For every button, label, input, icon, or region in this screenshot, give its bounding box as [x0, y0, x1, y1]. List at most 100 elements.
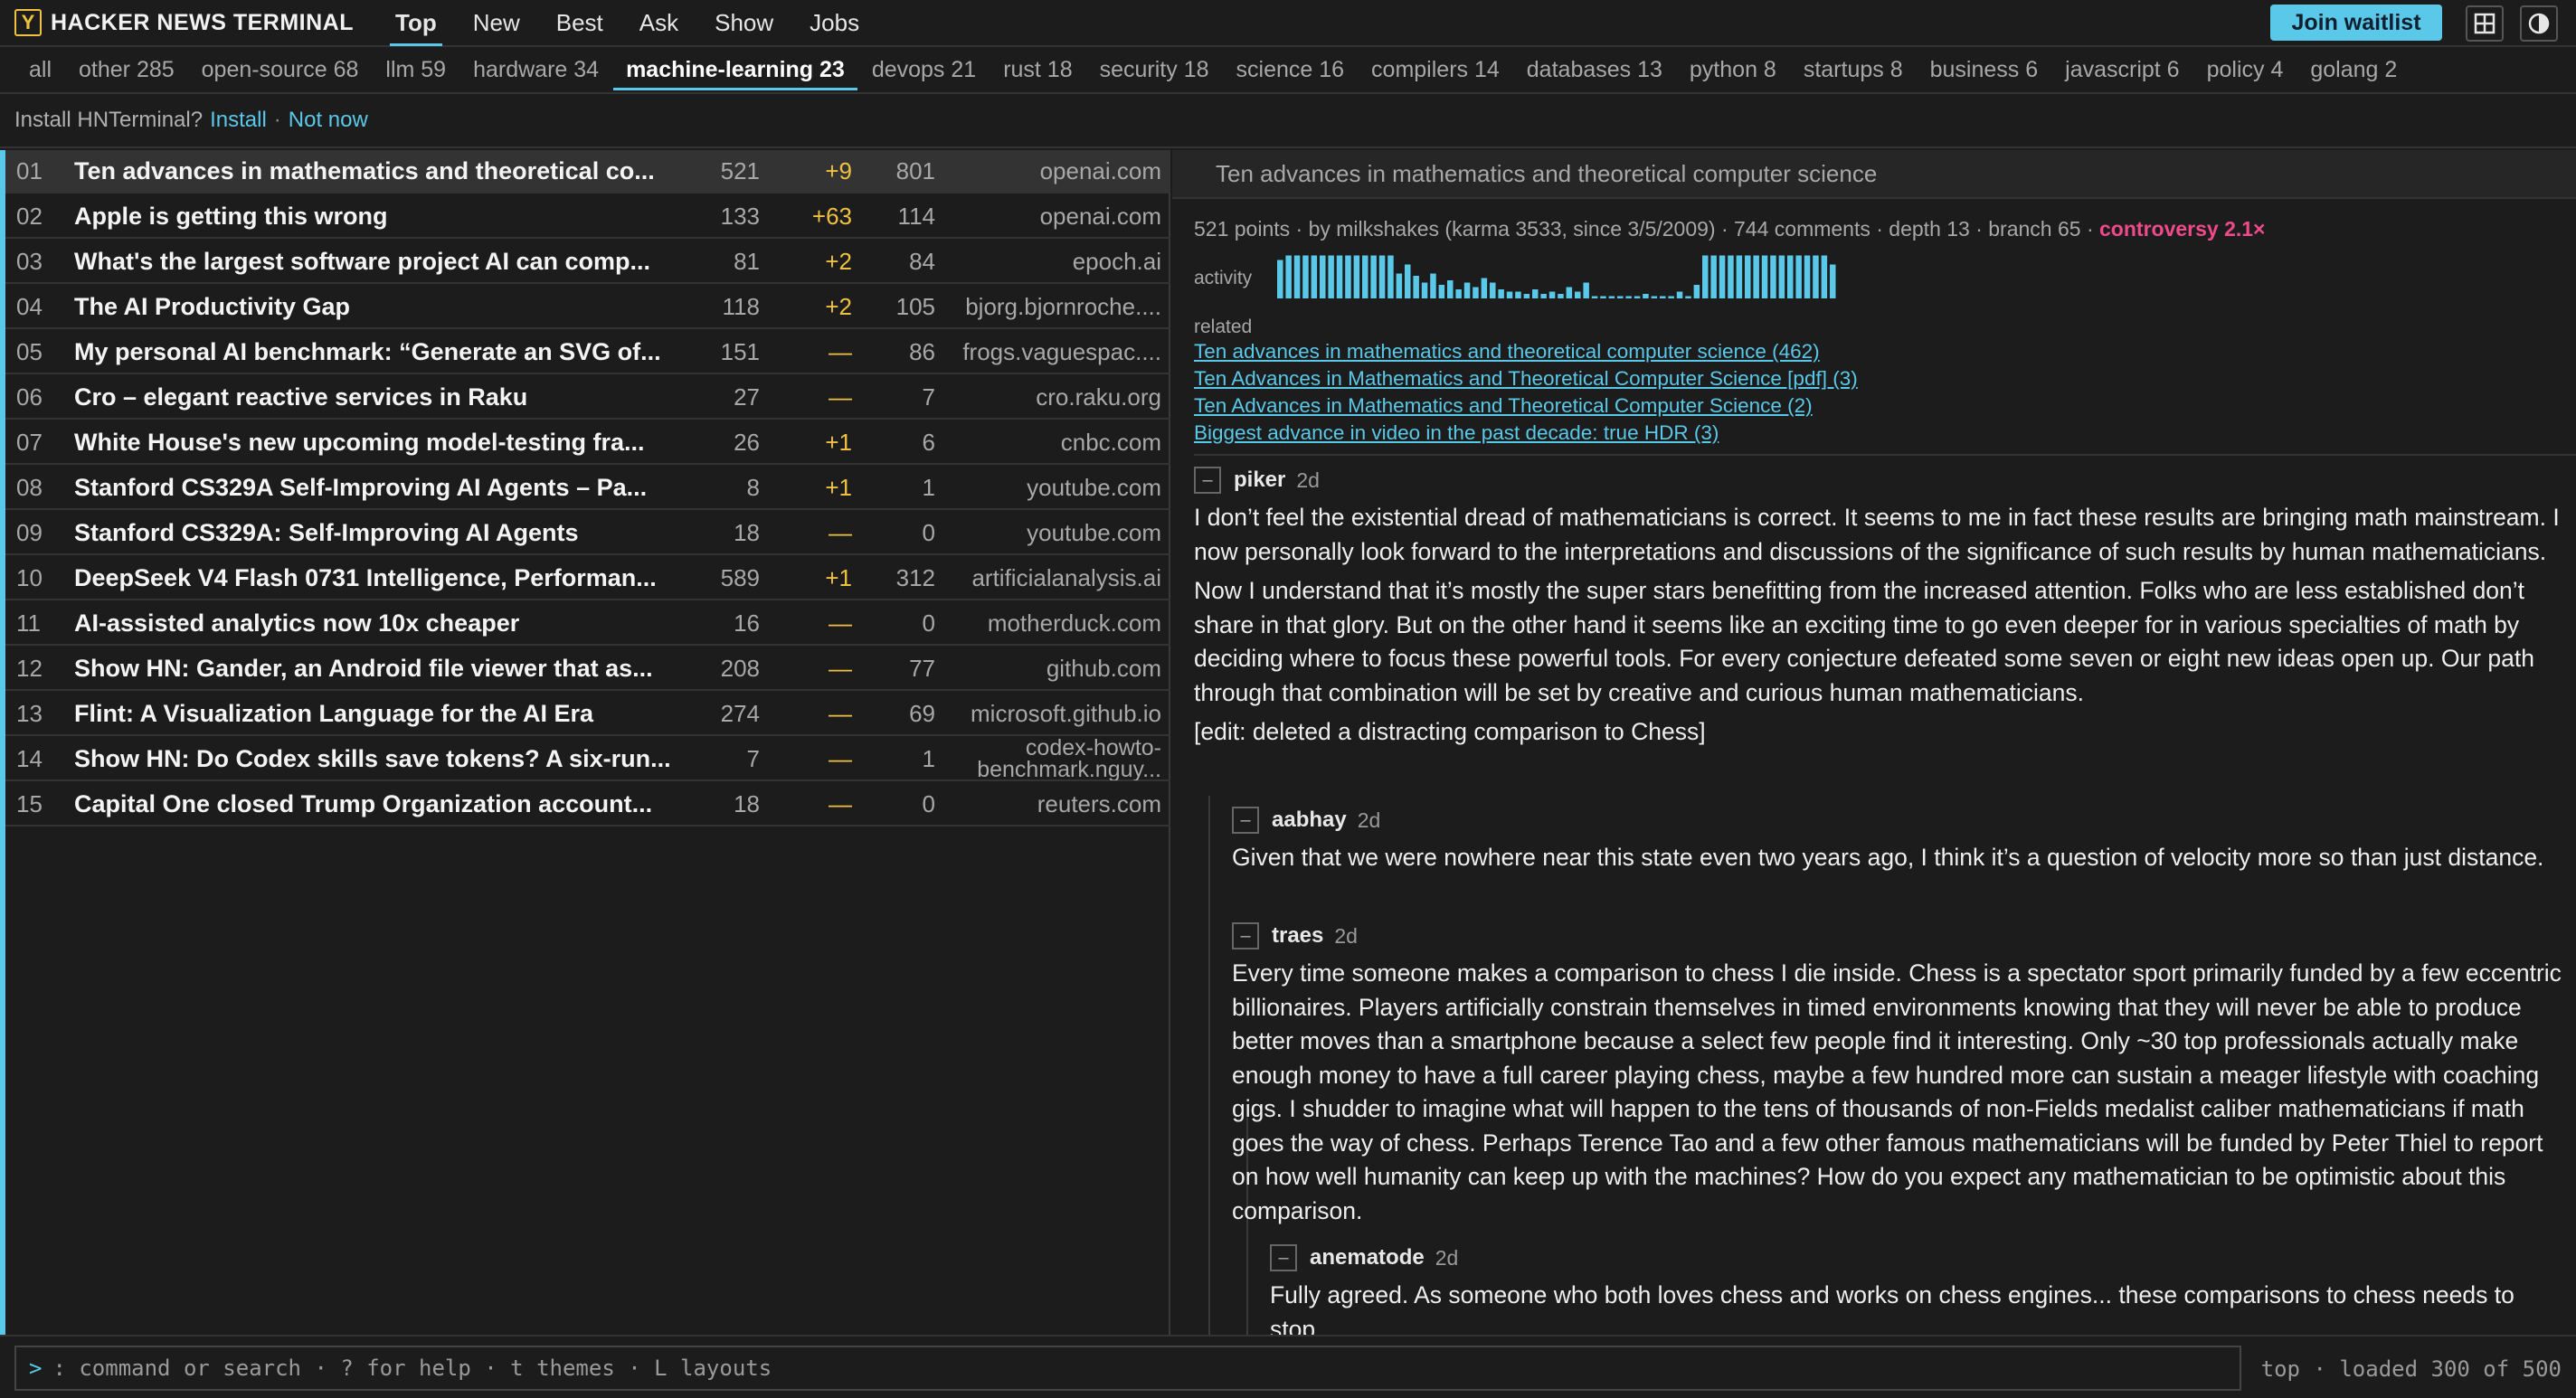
tab-jobs[interactable]: Jobs — [804, 5, 865, 41]
comment-paragraph: Fully agreed. As someone who both loves … — [1270, 1281, 2514, 1335]
story-points: 27 — [734, 383, 760, 411]
story-row[interactable]: 10 DeepSeek V4 Flash 0731 Intelligence, P… — [5, 557, 1170, 600]
story-domain: bjorg.bjornroche.... — [965, 292, 1161, 320]
story-rank: 10 — [16, 563, 43, 591]
category-tab[interactable]: other 285 — [79, 55, 175, 85]
story-row[interactable]: 15 Capital One closed Trump Organization … — [5, 783, 1170, 827]
activity-bar — [1693, 285, 1700, 298]
brand-title: HACKER NEWS TERMINAL — [51, 9, 354, 35]
activity-bar — [1719, 255, 1726, 298]
category-tab[interactable]: policy 4 — [2207, 55, 2284, 85]
category-tab[interactable]: all — [29, 55, 52, 85]
activity-bar — [1710, 255, 1717, 298]
contrast-icon — [2528, 13, 2550, 34]
related-link[interactable]: Ten Advances in Mathematics and Theoreti… — [1194, 365, 1858, 392]
story-row[interactable]: 12 Show HN: Gander, an Android file viewe… — [5, 647, 1170, 691]
story-row[interactable]: 02 Apple is getting this wrong 133 +63 114 op… — [5, 195, 1170, 239]
activity-bar — [1421, 282, 1428, 298]
story-row[interactable]: 11 AI-assisted analytics now 10x cheaper 1… — [5, 602, 1170, 646]
category-tab[interactable]: databases 13 — [1527, 55, 1662, 85]
collapse-button[interactable]: – — [1232, 807, 1259, 834]
activity-bar — [1413, 276, 1419, 298]
story-comment-count: 801 — [895, 156, 935, 184]
activity-bar — [1302, 255, 1309, 298]
comment-author[interactable]: aabhay — [1272, 808, 1347, 833]
activity-bar — [1506, 291, 1513, 298]
story-row[interactable]: 03 What's the largest software project AI… — [5, 241, 1170, 284]
tab-top[interactable]: Top — [390, 5, 442, 46]
activity-bar — [1481, 278, 1488, 298]
activity-bar — [1336, 255, 1343, 298]
category-tab[interactable]: devops 21 — [872, 55, 976, 85]
theme-toggle-button[interactable] — [2520, 5, 2558, 42]
story-points-delta: — — [829, 609, 852, 637]
category-tab[interactable]: llm 59 — [385, 55, 446, 85]
tab-show[interactable]: Show — [709, 5, 779, 41]
collapse-button[interactable]: – — [1270, 1244, 1297, 1271]
story-row[interactable]: 08 Stanford CS329A Self-Improving AI Agen… — [5, 467, 1170, 510]
activity-bar — [1515, 291, 1521, 298]
tab-new[interactable]: New — [468, 5, 526, 41]
activity-bar — [1532, 289, 1539, 298]
story-points: 208 — [720, 654, 760, 682]
comment-author[interactable]: traes — [1272, 923, 1323, 949]
story-points: 589 — [720, 563, 760, 591]
comment-paragraph: I don’t feel the existential dread of ma… — [1194, 504, 2560, 565]
category-tab[interactable]: machine-learning 23 — [613, 55, 857, 90]
comment-author[interactable]: piker — [1234, 468, 1285, 493]
activity-bar — [1676, 291, 1683, 298]
collapse-button[interactable]: – — [1194, 467, 1221, 494]
story-row[interactable]: 07 White House's new upcoming model-testi… — [5, 421, 1170, 465]
story-row[interactable]: 04 The AI Productivity Gap 118 +2 105 bjorg.b… — [5, 286, 1170, 329]
category-tab[interactable]: open-source 68 — [202, 55, 359, 85]
layout-grid-button[interactable] — [2466, 5, 2504, 42]
story-row[interactable]: 01 Ten advances in mathematics and theore… — [5, 150, 1170, 194]
tab-best[interactable]: Best — [551, 5, 609, 41]
category-tab[interactable]: business 6 — [1930, 55, 2039, 85]
command-input[interactable]: > : command or search · ? for help · t t… — [14, 1346, 2241, 1391]
story-rank: 02 — [16, 202, 43, 230]
story-comment-count: 86 — [909, 337, 935, 365]
command-placeholder: : command or search · ? for help · t the… — [52, 1355, 772, 1381]
activity-bar — [1608, 296, 1615, 298]
story-comment-count: 0 — [922, 609, 935, 637]
activity-bar — [1643, 294, 1649, 298]
join-waitlist-button[interactable]: Join waitlist — [2270, 5, 2442, 41]
not-now-link[interactable]: Not now — [289, 108, 368, 133]
install-link[interactable]: Install — [210, 108, 267, 133]
activity-bar — [1736, 255, 1743, 298]
comment-body: Given that we were nowhere near this sta… — [1232, 841, 2565, 875]
category-tab[interactable]: security 18 — [1100, 55, 1209, 85]
story-row[interactable]: 13 Flint: A Visualization Language for th… — [5, 693, 1170, 736]
category-tab[interactable]: hardware 34 — [473, 55, 599, 85]
category-tab[interactable]: javascript 6 — [2065, 55, 2179, 85]
activity-bar — [1438, 285, 1445, 298]
thread-line — [1208, 796, 1210, 1335]
story-title: AI-assisted analytics now 10x cheaper — [74, 609, 520, 637]
story-points-delta: — — [829, 518, 852, 546]
category-tab[interactable]: golang 2 — [2310, 55, 2397, 85]
collapse-button[interactable]: – — [1232, 922, 1259, 949]
category-tab[interactable]: startups 8 — [1804, 55, 1903, 85]
activity-bar — [1548, 291, 1556, 298]
related-link[interactable]: Ten Advances in Mathematics and Theoreti… — [1194, 392, 1858, 420]
install-separator: · — [273, 108, 281, 132]
story-comment-count: 0 — [922, 789, 935, 817]
story-points-delta: — — [829, 383, 852, 411]
category-tab[interactable]: python 8 — [1690, 55, 1776, 85]
story-points-delta: +2 — [825, 292, 852, 320]
story-row[interactable]: 09 Stanford CS329A: Self-Improving AI Age… — [5, 512, 1170, 555]
story-row[interactable]: 05 My personal AI benchmark: “Generate an… — [5, 331, 1170, 374]
category-tab[interactable]: rust 18 — [1003, 55, 1072, 85]
tab-ask[interactable]: Ask — [634, 5, 684, 41]
related-link[interactable]: Ten advances in mathematics and theoreti… — [1194, 338, 1858, 365]
story-domain: codex-howto-benchmark.nguy... — [977, 737, 1161, 780]
story-domain: frogs.vaguespac.... — [962, 337, 1161, 365]
story-row[interactable]: 14 Show HN: Do Codex skills save tokens? … — [5, 737, 1170, 781]
comment-author[interactable]: anematode — [1310, 1245, 1425, 1270]
story-row[interactable]: 06 Cro – elegant reactive services in Rak… — [5, 376, 1170, 420]
category-tab[interactable]: science 16 — [1236, 55, 1345, 85]
story-domain: epoch.ai — [1072, 247, 1161, 275]
category-tab[interactable]: compilers 14 — [1371, 55, 1500, 85]
related-link[interactable]: Biggest advance in video in the past dec… — [1194, 420, 1858, 447]
